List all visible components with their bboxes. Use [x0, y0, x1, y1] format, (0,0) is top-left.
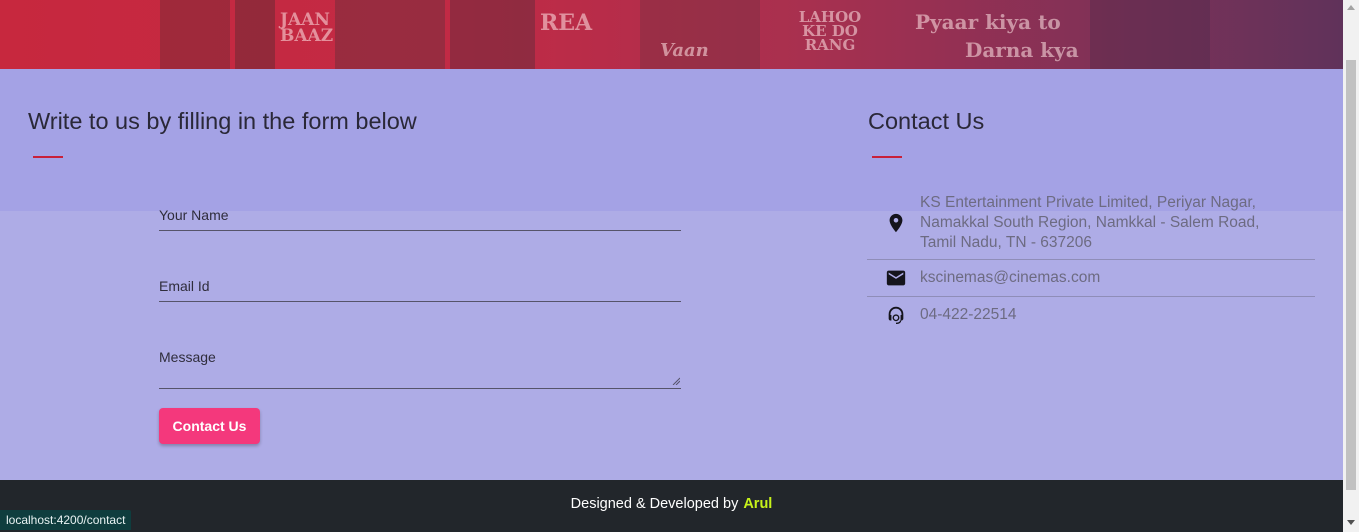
message-field-underline — [159, 388, 681, 389]
hero-poster-text: Vaan — [660, 40, 709, 61]
contact-divider — [867, 259, 1315, 260]
hero-poster-image — [1090, 0, 1210, 69]
hero-poster-text: LAHOO KE DO RANG — [798, 8, 862, 54]
email-field[interactable]: Email Id — [159, 278, 681, 302]
email-field-label: Email Id — [159, 278, 210, 294]
email-field-underline — [159, 301, 681, 302]
contact-phone-item: 04-422-22514 — [867, 303, 1315, 331]
scroll-up-arrow-icon[interactable] — [1347, 5, 1355, 10]
hero-poster-image — [235, 0, 275, 69]
message-field-label: Message — [159, 349, 216, 365]
contact-email-item: kscinemas@cinemas.com — [867, 266, 1315, 294]
hero-poster-image — [160, 0, 230, 69]
hero-banner: JAAN BAAZ REA Vaan LAHOO KE DO RANG Pyaa… — [0, 0, 1343, 69]
form-section-title: Write to us by filling in the form below — [28, 108, 417, 134]
resize-handle-icon[interactable] — [672, 377, 680, 385]
hero-poster-text: REA — [540, 10, 593, 36]
contact-divider — [867, 296, 1315, 297]
address-line: KS Entertainment Private Limited, Periya… — [920, 194, 1256, 211]
name-field[interactable]: Your Name — [159, 207, 681, 231]
message-field[interactable]: Message — [159, 349, 681, 389]
name-field-label: Your Name — [159, 207, 229, 223]
footer-author-name: Arul — [743, 496, 773, 512]
scrollbar-thumb[interactable] — [1346, 60, 1356, 490]
heading-band — [0, 69, 1343, 211]
contact-email-text: kscinemas@cinemas.com — [920, 269, 1101, 286]
address-line: Tamil Nadu, TN - 637206 — [920, 234, 1093, 251]
contact-address-text: KS Entertainment Private Limited, Periya… — [920, 193, 1259, 253]
headset-icon — [888, 306, 904, 324]
footer-credit-text: Designed & Developed by — [570, 496, 739, 512]
address-line: Namakkal South Region, Namkkal - Salem R… — [920, 214, 1260, 231]
contact-us-button[interactable]: Contact Us — [159, 408, 260, 444]
vertical-scrollbar[interactable] — [1343, 0, 1359, 532]
contact-title-underline — [872, 156, 902, 158]
location-pin-icon — [889, 213, 903, 233]
name-field-underline — [159, 230, 681, 231]
hero-poster-image — [335, 0, 445, 69]
mail-icon — [886, 270, 906, 286]
hero-poster-text: JAAN BAAZ — [280, 10, 334, 46]
contact-section-title: Contact Us — [868, 108, 985, 134]
status-bar-url: localhost:4200/contact — [0, 510, 132, 530]
form-title-underline — [33, 156, 63, 158]
footer: Designed & Developed by Arul — [0, 480, 1343, 532]
footer-credit: Designed & Developed by Arul — [0, 496, 1343, 512]
contact-address-item: KS Entertainment Private Limited, Periya… — [867, 193, 1315, 255]
hero-poster-text: Darna kya — [965, 38, 1079, 62]
hero-poster-text: Pyaar kiya to — [915, 10, 1061, 34]
hero-poster-image — [450, 0, 535, 69]
scroll-down-arrow-icon[interactable] — [1347, 520, 1355, 525]
contact-phone-text: 04-422-22514 — [920, 306, 1017, 323]
